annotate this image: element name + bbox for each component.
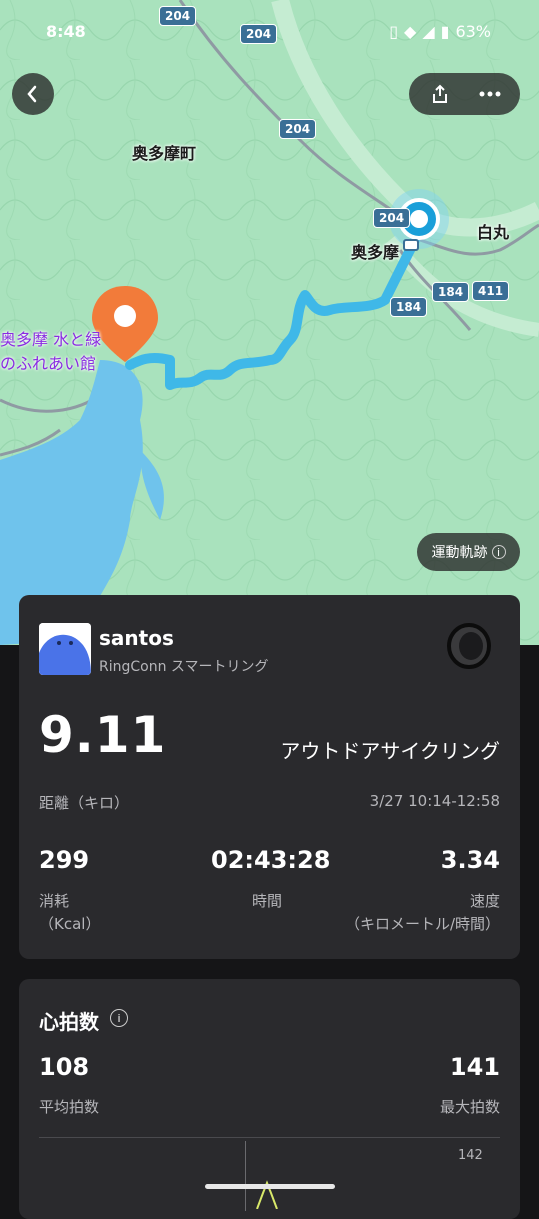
heart-rate-title: 心拍数	[39, 1010, 99, 1034]
track-button[interactable]: 運動軌跡 i	[417, 533, 520, 571]
user-name: santos	[99, 626, 174, 650]
battery-icon: ▮	[440, 22, 450, 41]
chart-divider	[39, 1137, 500, 1138]
wifi-icon: ◆	[404, 22, 417, 41]
road-shield: 184	[432, 282, 470, 302]
device-name: RingConn スマートリング	[99, 659, 269, 675]
route-map[interactable]: 8:48 ▯ ◆ ◢ ▮ 63% 奥多摩町 奥多摩 白丸 奥多摩 水と緑 のふれ…	[0, 0, 539, 645]
datetime: 3/27 10:14-12:58	[369, 792, 500, 810]
road-shield: 184	[390, 297, 428, 317]
ring-device-icon	[447, 623, 491, 669]
vibrate-icon: ▯	[389, 22, 398, 41]
road-shield: 411	[472, 281, 510, 301]
info-icon[interactable]: i	[110, 1009, 128, 1027]
road-shield: 204	[240, 24, 278, 44]
share-icon	[432, 84, 447, 103]
calories-label: 消耗	[39, 892, 70, 910]
heart-rate-card: 心拍数 i 108 平均拍数 141 最大拍数 142	[19, 979, 520, 1219]
distance-label: 距離（キロ）	[39, 794, 130, 812]
workout-summary-card: santos RingConn スマートリング 9.11 アウトドアサイクリング…	[19, 595, 520, 959]
chart-cursor	[245, 1141, 246, 1211]
speed-value: 3.34	[440, 846, 500, 874]
road-shield: 204	[373, 208, 411, 228]
avg-heart-rate-label: 平均拍数	[39, 1098, 100, 1116]
more-icon	[479, 91, 500, 97]
home-indicator[interactable]	[205, 1184, 335, 1189]
speed-unit: （キロメートル/時間）	[344, 915, 500, 933]
chart-tick-label: 142	[458, 1148, 483, 1163]
battery-percent: 63%	[455, 22, 491, 41]
status-time: 8:48	[46, 22, 86, 41]
duration-label: 時間	[252, 892, 283, 910]
max-heart-rate-label: 最大拍数	[439, 1098, 500, 1116]
station-label: 奥多摩	[351, 243, 400, 262]
calories-value: 299	[39, 846, 90, 874]
map-action-bar	[409, 73, 520, 115]
max-heart-rate: 141	[449, 1053, 500, 1081]
chevron-left-icon	[27, 85, 37, 103]
avg-heart-rate: 108	[39, 1053, 90, 1081]
avatar[interactable]	[39, 623, 91, 675]
back-button[interactable]	[12, 73, 54, 115]
speed-label: 速度	[469, 892, 500, 910]
signal-icon: ◢	[422, 22, 435, 41]
road-shield: 204	[279, 119, 317, 139]
shiromaru-label: 白丸	[477, 223, 510, 242]
share-button[interactable]	[415, 84, 465, 104]
poi-label: 奥多摩 水と緑 のふれあい館	[0, 330, 102, 373]
town-label: 奥多摩町	[132, 144, 197, 163]
activity-type: アウトドアサイクリング	[280, 739, 500, 763]
road-shield: 204	[159, 6, 197, 26]
duration-value: 02:43:28	[211, 846, 331, 874]
more-button[interactable]	[465, 91, 515, 97]
distance-value: 9.11	[39, 706, 167, 764]
calories-unit: （Kcal）	[39, 915, 101, 933]
info-icon: i	[491, 545, 506, 559]
